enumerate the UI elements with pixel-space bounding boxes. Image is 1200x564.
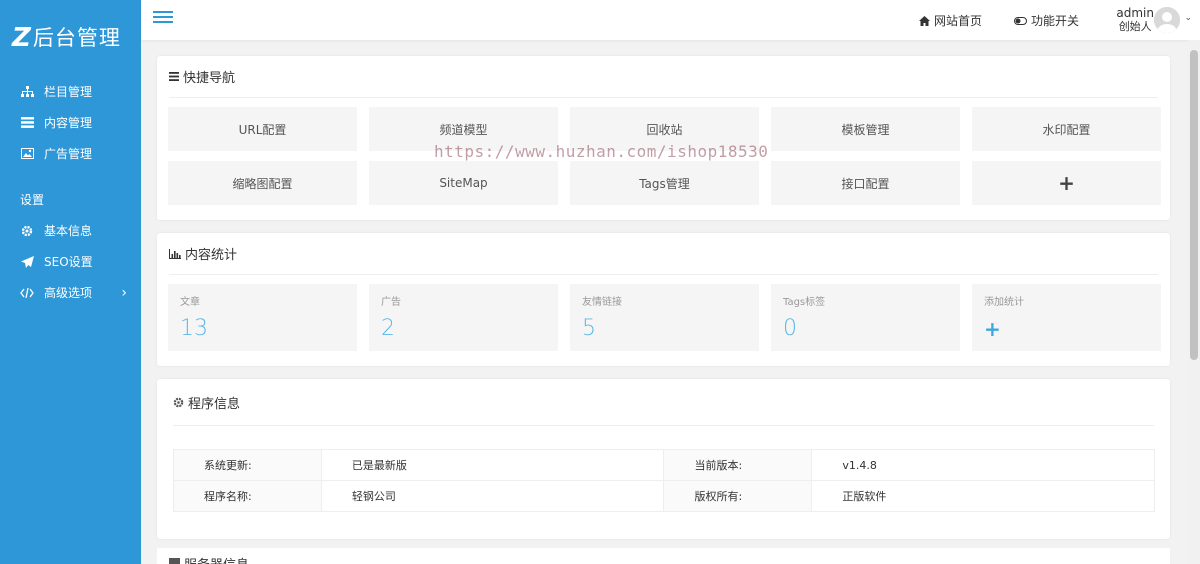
avatar[interactable] bbox=[1154, 7, 1180, 33]
info-value: 轻钢公司 bbox=[320, 480, 665, 512]
info-label: 程序名称: bbox=[173, 480, 322, 512]
sidebar-item-label: 栏目管理 bbox=[44, 85, 93, 99]
image-icon bbox=[20, 147, 34, 161]
stat-label: 文章 bbox=[180, 297, 200, 308]
panel-title-text: 程序信息 bbox=[188, 396, 241, 412]
toggle-icon bbox=[1014, 16, 1027, 25]
info-value: 已是最新版 bbox=[320, 449, 665, 481]
sidebar-item-label: SEO设置 bbox=[44, 255, 93, 269]
server-icon bbox=[169, 558, 180, 564]
panel-title: 服务器信息 bbox=[169, 548, 1158, 564]
sidebar-item-columns[interactable]: 栏目管理 bbox=[0, 76, 141, 107]
add-stat-button[interactable]: + bbox=[984, 317, 1149, 341]
site-home-link[interactable]: 网站首页 bbox=[919, 12, 982, 29]
chevron-down-icon[interactable]: ⌄ bbox=[1184, 13, 1192, 23]
info-value: v1.4.8 bbox=[811, 449, 1155, 481]
info-label: 系统更新: bbox=[173, 449, 322, 481]
quick-api-config[interactable]: 接口配置 bbox=[771, 161, 960, 205]
user-info[interactable]: admin 创始人 bbox=[1116, 6, 1154, 34]
panel-title: 快捷导航 bbox=[169, 56, 1158, 98]
sidebar-item-label: 高级选项 bbox=[44, 286, 93, 300]
sidebar-item-label: 基本信息 bbox=[44, 224, 93, 238]
feature-switch-link[interactable]: 功能开关 bbox=[1014, 12, 1079, 29]
quick-nav-grid: URL配置 频道模型 回收站 模板管理 水印配置 缩略图配置 SiteMap T… bbox=[168, 107, 1161, 205]
menu-toggle-button[interactable] bbox=[153, 8, 173, 28]
code-icon bbox=[20, 286, 34, 300]
stat-ads[interactable]: 广告 2 bbox=[369, 284, 558, 351]
panel-title: 内容统计 bbox=[169, 233, 1158, 275]
panel-title-text: 快捷导航 bbox=[183, 71, 236, 86]
info-label: 版权所有: bbox=[663, 480, 813, 512]
stat-friend-links[interactable]: 友情链接 5 bbox=[570, 284, 759, 351]
stat-value: 2 bbox=[381, 316, 395, 341]
info-value: 正版软件 bbox=[811, 480, 1155, 512]
quick-sitemap[interactable]: SiteMap bbox=[369, 161, 558, 205]
gear-icon bbox=[173, 397, 184, 408]
stats-grid: 文章 13 广告 2 友情链接 5 Tags标签 0 添加统计 + bbox=[168, 284, 1161, 351]
logo-text: 后台管理 bbox=[32, 25, 121, 50]
program-info-table: 系统更新: 已是最新版 当前版本: v1.4.8 程序名称: 轻钢公司 版权所有… bbox=[173, 449, 1155, 512]
server-info-panel: 服务器信息 bbox=[157, 548, 1170, 564]
stat-value: 13 bbox=[180, 316, 208, 341]
quick-url-config[interactable]: URL配置 bbox=[168, 107, 357, 151]
program-info-panel: 程序信息 系统更新: 已是最新版 当前版本: v1.4.8 程序名称: 轻钢公司… bbox=[157, 379, 1170, 539]
gear-icon bbox=[20, 224, 34, 238]
content-stats-panel: 内容统计 文章 13 广告 2 友情链接 5 Tags标签 0 添加统计 + bbox=[157, 233, 1170, 366]
scrollbar[interactable] bbox=[1188, 40, 1200, 564]
quick-template-manage[interactable]: 模板管理 bbox=[771, 107, 960, 151]
stat-value: 5 bbox=[582, 316, 596, 341]
quick-watermark-config[interactable]: 水印配置 bbox=[972, 107, 1161, 151]
panel-title-text: 内容统计 bbox=[185, 248, 238, 263]
home-icon bbox=[919, 15, 930, 26]
quick-channel-model[interactable]: 频道模型 bbox=[369, 107, 558, 151]
paper-plane-icon bbox=[20, 255, 34, 269]
panel-title-text: 服务器信息 bbox=[184, 554, 249, 564]
stat-articles[interactable]: 文章 13 bbox=[168, 284, 357, 351]
sidebar-item-label: 内容管理 bbox=[44, 116, 93, 130]
user-role: 创始人 bbox=[1118, 20, 1152, 33]
stat-label: 广告 bbox=[381, 297, 401, 308]
stat-tags[interactable]: Tags标签 0 bbox=[771, 284, 960, 351]
username: admin bbox=[1116, 6, 1154, 20]
quick-recycle-bin[interactable]: 回收站 bbox=[570, 107, 759, 151]
stat-add[interactable]: 添加统计 + bbox=[972, 284, 1161, 351]
table-row: 系统更新: 已是最新版 当前版本: v1.4.8 bbox=[173, 449, 1155, 481]
chevron-right-icon: › bbox=[121, 285, 127, 301]
quick-thumbnail-config[interactable]: 缩略图配置 bbox=[168, 161, 357, 205]
sidebar-item-basic-info[interactable]: 基本信息 bbox=[0, 215, 141, 246]
bars-icon bbox=[169, 72, 179, 81]
info-label: 当前版本: bbox=[663, 449, 813, 481]
panel-title: 程序信息 bbox=[173, 379, 1154, 426]
list-icon bbox=[20, 116, 34, 130]
stat-label: Tags标签 bbox=[783, 297, 826, 308]
stat-label: 添加统计 bbox=[984, 297, 1024, 308]
scrollbar-thumb[interactable] bbox=[1190, 50, 1198, 360]
stat-value: 0 bbox=[783, 316, 797, 341]
quick-add-button[interactable]: + bbox=[972, 161, 1161, 205]
topbar: 网站首页 功能开关 admin 创始人 ⌄ bbox=[141, 0, 1200, 40]
sidebar-item-advanced[interactable]: 高级选项 › bbox=[0, 277, 141, 308]
settings-group-title: 设置 bbox=[20, 193, 45, 207]
table-row: 程序名称: 轻钢公司 版权所有: 正版软件 bbox=[173, 480, 1155, 512]
logo[interactable]: Z 后台管理 bbox=[0, 0, 141, 76]
quick-tags-manage[interactable]: Tags管理 bbox=[570, 161, 759, 205]
stat-label: 友情链接 bbox=[582, 297, 622, 308]
sidebar-item-ads[interactable]: 广告管理 bbox=[0, 138, 141, 169]
quick-nav-panel: 快捷导航 URL配置 频道模型 回收站 模板管理 水印配置 缩略图配置 Site… bbox=[157, 56, 1170, 220]
feature-switch-label: 功能开关 bbox=[1031, 14, 1080, 28]
bar-chart-icon bbox=[169, 248, 181, 259]
sidebar: Z 后台管理 栏目管理 内容管理 广告管理 设置 基本信息 SEO设置 高级选项… bbox=[0, 0, 141, 564]
logo-mark: Z bbox=[12, 23, 31, 53]
sidebar-item-label: 广告管理 bbox=[44, 147, 93, 161]
sidebar-item-content[interactable]: 内容管理 bbox=[0, 107, 141, 138]
sidebar-item-seo[interactable]: SEO设置 bbox=[0, 246, 141, 277]
site-home-label: 网站首页 bbox=[934, 14, 983, 28]
sitemap-icon bbox=[20, 85, 34, 99]
